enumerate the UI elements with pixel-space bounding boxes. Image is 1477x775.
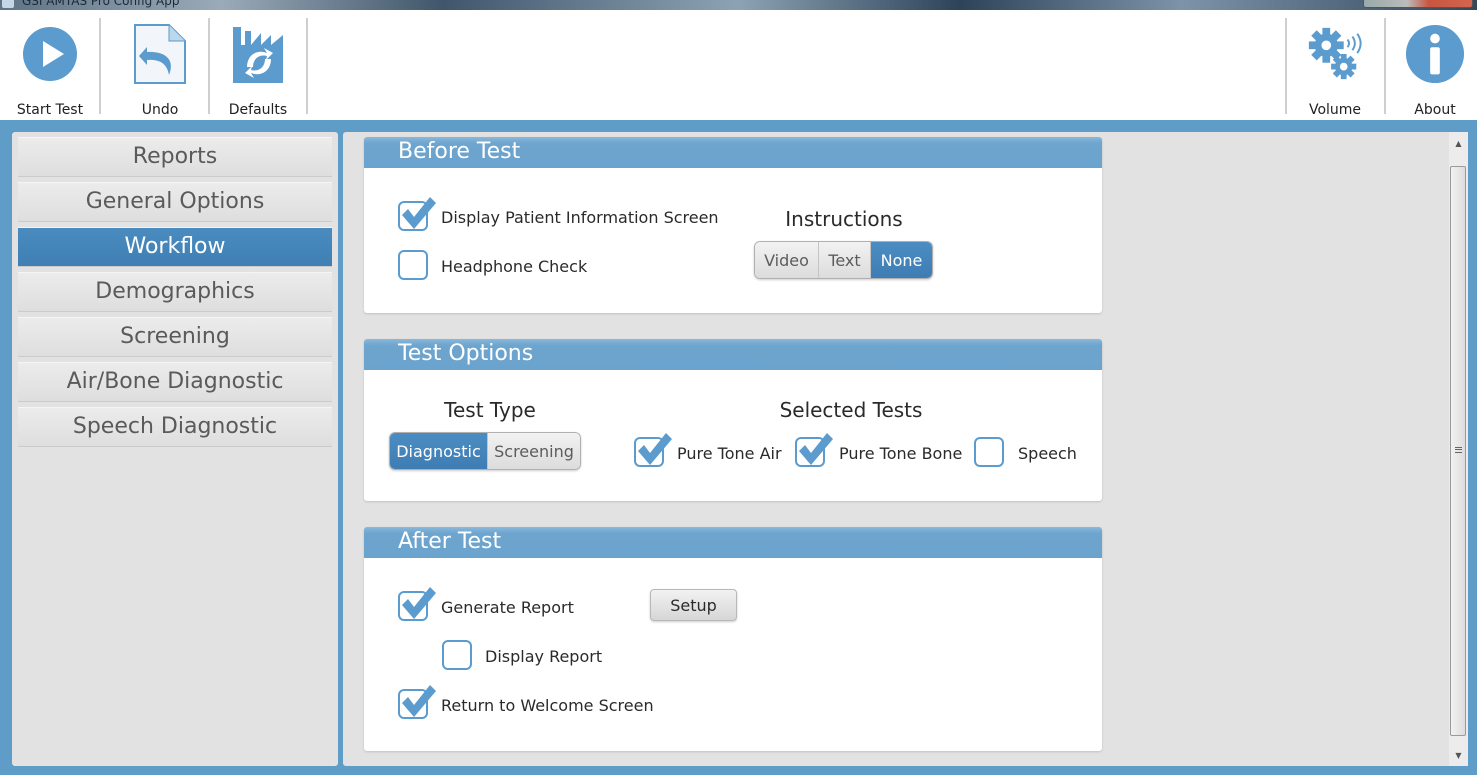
play-icon [20,20,80,88]
before-test-header: Before Test [364,137,1102,168]
checkmark-icon [402,197,436,229]
window-controls[interactable] [1363,0,1473,8]
sidebar-item-workflow[interactable]: Workflow [18,227,332,267]
sidebar-item-speech-diagnostic[interactable]: Speech Diagnostic [18,407,332,447]
content-area: Before Test Display Patient Information … [343,132,1468,766]
toolbar: Start Test Undo Defaults Volume About [0,10,1477,120]
volume-button[interactable]: Volume [1293,10,1377,120]
test-options-panel: Test Options Test Type Diagnostic Screen… [364,339,1102,501]
display-report-label: Display Report [485,647,603,666]
after-test-header: After Test [364,527,1102,558]
toolbar-separator [99,18,101,114]
pure-tone-bone-checkbox[interactable] [795,433,833,467]
defaults-label: Defaults [228,102,288,118]
after-test-panel: After Test Generate Report Setup Display… [364,527,1102,751]
grip-icon [1455,447,1462,453]
scrollbar-thumb[interactable] [1450,166,1466,736]
display-patient-info-checkbox[interactable] [398,197,436,231]
undo-label: Undo [141,102,179,118]
scroll-down-arrow-icon[interactable]: ▼ [1449,746,1468,764]
toolbar-separator [1384,18,1386,114]
sidebar-item-reports[interactable]: Reports [18,137,332,177]
test-type-diagnostic-option[interactable]: Diagnostic [390,433,488,469]
speech-checkbox[interactable] [974,437,1004,467]
sidebar-item-general-options[interactable]: General Options [18,182,332,222]
scroll-up-arrow-icon[interactable]: ▲ [1449,134,1468,152]
sidebar: Reports General Options Workflow Demogra… [12,132,338,766]
generate-report-checkbox[interactable] [398,587,436,621]
return-welcome-label: Return to Welcome Screen [441,696,654,715]
about-button[interactable]: About [1393,10,1477,120]
pure-tone-air-label: Pure Tone Air [677,444,782,463]
pure-tone-air-checkbox[interactable] [634,433,672,467]
return-welcome-checkbox[interactable] [398,685,436,719]
instructions-video-option[interactable]: Video [755,242,819,278]
instructions-heading: Instructions [785,207,903,231]
start-test-button[interactable]: Start Test [8,10,92,120]
test-type-heading: Test Type [444,398,536,422]
instructions-text-option[interactable]: Text [819,242,871,278]
gears-volume-icon [1305,20,1365,88]
volume-label: Volume [1308,102,1362,118]
about-label: About [1414,102,1456,118]
pure-tone-bone-label: Pure Tone Bone [839,444,963,463]
selected-tests-heading: Selected Tests [779,398,923,422]
app-icon [2,0,14,8]
toolbar-separator [208,18,210,114]
defaults-button[interactable]: Defaults [216,10,300,120]
undo-icon [130,20,190,88]
headphone-check-checkbox[interactable] [398,250,428,280]
window-title: GSI AMTAS Pro Config App [22,0,180,8]
sidebar-item-air-bone-diagnostic[interactable]: Air/Bone Diagnostic [18,362,332,402]
instructions-segmented-control: Video Text None [754,241,933,279]
instructions-none-option[interactable]: None [871,242,932,278]
setup-button[interactable]: Setup [650,589,737,621]
generate-report-label: Generate Report [441,598,574,617]
checkmark-icon [638,433,672,465]
vertical-scrollbar[interactable]: ▲ ▼ [1449,132,1468,766]
display-report-checkbox[interactable] [442,640,472,670]
checkmark-icon [799,433,833,465]
checkmark-icon [402,685,436,717]
start-test-label: Start Test [16,102,84,118]
headphone-check-label: Headphone Check [441,257,588,276]
sidebar-item-screening[interactable]: Screening [18,317,332,357]
info-icon [1405,20,1465,88]
test-type-segmented-control: Diagnostic Screening [389,432,581,470]
main-frame: Reports General Options Workflow Demogra… [0,120,1477,775]
window-title-bar: GSI AMTAS Pro Config App [0,0,1477,10]
undo-button[interactable]: Undo [118,10,202,120]
sidebar-item-demographics[interactable]: Demographics [18,272,332,312]
defaults-icon [228,20,288,88]
test-options-header: Test Options [364,339,1102,370]
toolbar-separator [1285,18,1287,114]
checkmark-icon [402,587,436,619]
test-type-screening-option[interactable]: Screening [488,433,580,469]
before-test-panel: Before Test Display Patient Information … [364,137,1102,313]
speech-label: Speech [1018,444,1077,463]
toolbar-separator [306,18,308,114]
display-patient-info-label: Display Patient Information Screen [441,208,719,227]
